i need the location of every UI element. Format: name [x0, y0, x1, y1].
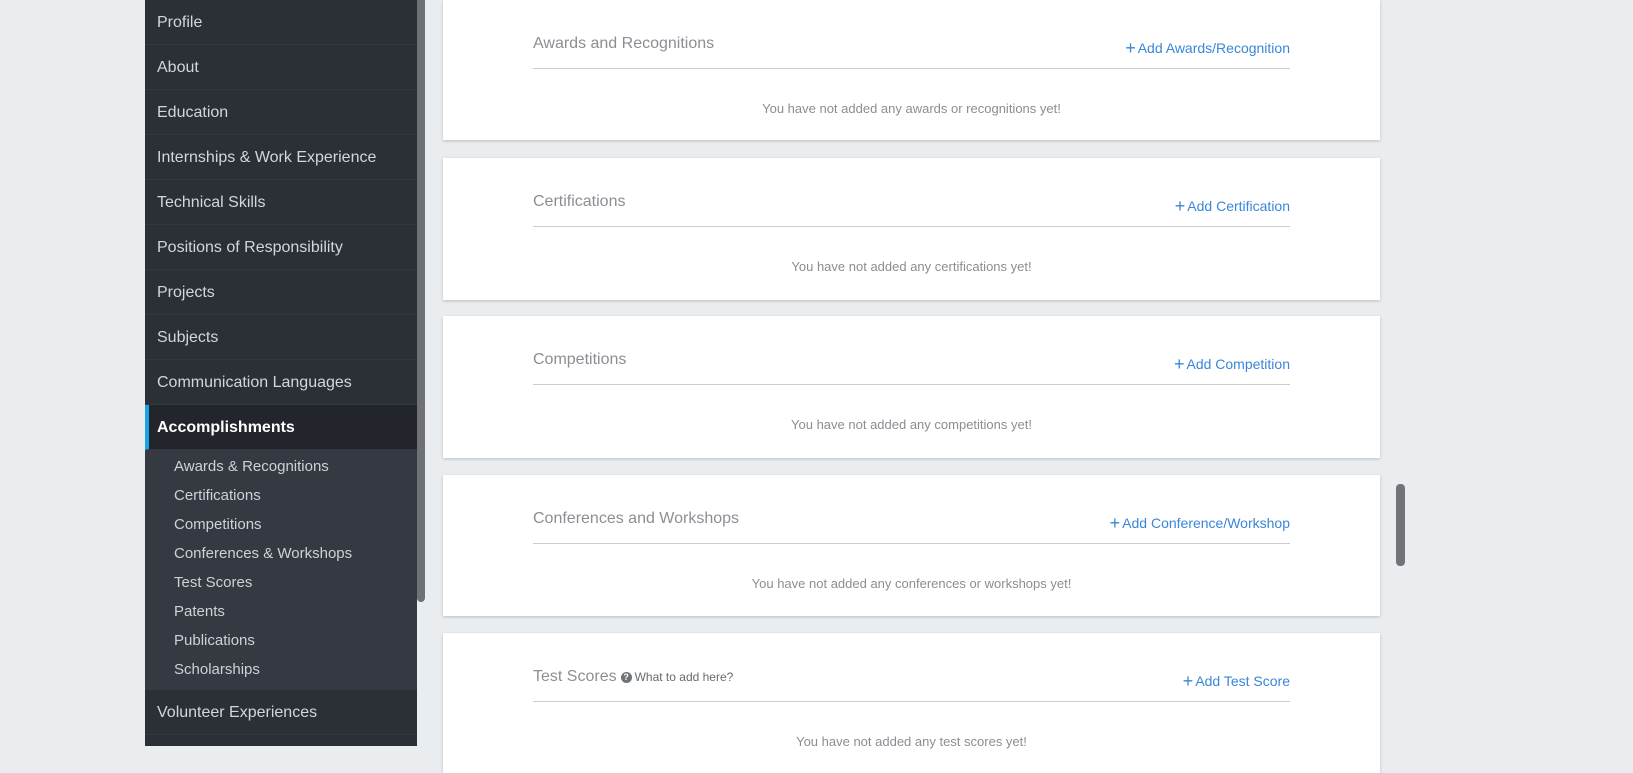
sidebar-item-languages[interactable]: Communication Languages: [145, 360, 417, 405]
add-certification-label: Add Certification: [1187, 198, 1290, 214]
sidebar-item-about[interactable]: About: [145, 45, 417, 90]
certifications-card: Certifications + Add Certification You ha…: [443, 158, 1380, 300]
help-link[interactable]: ? What to add here?: [620, 670, 734, 684]
submenu-item-certifications[interactable]: Certifications: [145, 481, 417, 510]
sidebar-item-accomplishments[interactable]: Accomplishments: [145, 405, 417, 450]
submenu-item-test-scores[interactable]: Test Scores: [145, 568, 417, 597]
awards-title: Awards and Recognitions: [533, 35, 715, 52]
submenu-item-publications[interactable]: Publications: [145, 626, 417, 655]
add-conference-label: Add Conference/Workshop: [1122, 515, 1290, 531]
competitions-title: Competitions: [533, 351, 627, 368]
add-conference-button[interactable]: + Add Conference/Workshop: [1110, 513, 1290, 534]
add-competition-label: Add Competition: [1186, 356, 1290, 372]
add-test-score-label: Add Test Score: [1195, 673, 1290, 689]
test-scores-empty-message: You have not added any test scores yet!: [796, 734, 1027, 749]
test-scores-title-wrap: Test Scores? What to add here?: [533, 668, 733, 686]
add-test-score-button[interactable]: + Add Test Score: [1183, 671, 1290, 692]
add-competition-button[interactable]: + Add Competition: [1174, 354, 1290, 375]
help-label: What to add here?: [634, 670, 734, 684]
test-scores-card: Test Scores? What to add here? + Add Test …: [443, 633, 1380, 773]
submenu-item-awards[interactable]: Awards & Recognitions: [145, 452, 417, 481]
plus-icon: +: [1182, 671, 1194, 691]
competitions-card: Competitions + Add Competition You have n…: [443, 316, 1380, 458]
certifications-header: Certifications + Add Certification: [533, 190, 1290, 227]
sidebar-item-subjects[interactable]: Subjects: [145, 315, 417, 360]
sidebar-item-technical-skills[interactable]: Technical Skills: [145, 180, 417, 225]
main-scrollbar[interactable]: [1396, 484, 1405, 566]
awards-empty-message: You have not added any awards or recogni…: [762, 101, 1061, 116]
submenu-item-scholarships[interactable]: Scholarships: [145, 655, 417, 684]
conferences-title: Conferences and Workshops: [533, 510, 740, 527]
test-scores-header: Test Scores? What to add here? + Add Test …: [533, 665, 1290, 702]
certifications-title: Certifications: [533, 193, 626, 210]
add-award-button[interactable]: + Add Awards/Recognition: [1125, 38, 1290, 59]
sidebar-scrollbar[interactable]: [417, 0, 425, 602]
competitions-empty-message: You have not added any competitions yet!: [791, 417, 1032, 432]
question-circle-icon: ?: [620, 672, 632, 683]
submenu-item-conferences[interactable]: Conferences & Workshops: [145, 539, 417, 568]
add-award-label: Add Awards/Recognition: [1137, 40, 1290, 56]
conferences-card: Conferences and Workshops + Add Conferenc…: [443, 475, 1380, 616]
plus-icon: +: [1125, 38, 1136, 58]
conferences-empty-message: You have not added any conferences or wo…: [751, 576, 1072, 591]
awards-header: Awards and Recognitions + Add Awards/Reco…: [533, 32, 1290, 69]
accomplishments-submenu: Awards & Recognitions Certifications Com…: [145, 450, 417, 690]
sidebar-nav: Profile About Education Internships & Wo…: [145, 0, 417, 746]
submenu-item-competitions[interactable]: Competitions: [145, 510, 417, 539]
plus-icon: +: [1173, 354, 1185, 374]
competitions-header: Competitions + Add Competition: [533, 348, 1290, 385]
conferences-header: Conferences and Workshops + Add Conferenc…: [533, 507, 1290, 544]
add-certification-button[interactable]: + Add Certification: [1175, 196, 1290, 217]
awards-card: Awards and Recognitions + Add Awards/Reco…: [443, 0, 1380, 140]
submenu-item-patents[interactable]: Patents: [145, 597, 417, 626]
sidebar-item-volunteer[interactable]: Volunteer Experiences: [145, 690, 417, 735]
test-scores-title: Test Scores: [533, 668, 617, 685]
sidebar-item-positions[interactable]: Positions of Responsibility: [145, 225, 417, 270]
sidebar-item-projects[interactable]: Projects: [145, 270, 417, 315]
plus-icon: +: [1109, 513, 1121, 533]
sidebar-item-internships[interactable]: Internships & Work Experience: [145, 135, 417, 180]
certifications-empty-message: You have not added any certifications ye…: [791, 259, 1032, 274]
sidebar-item-education[interactable]: Education: [145, 90, 417, 135]
plus-icon: +: [1174, 196, 1186, 216]
sidebar-item-profile[interactable]: Profile: [145, 0, 417, 45]
